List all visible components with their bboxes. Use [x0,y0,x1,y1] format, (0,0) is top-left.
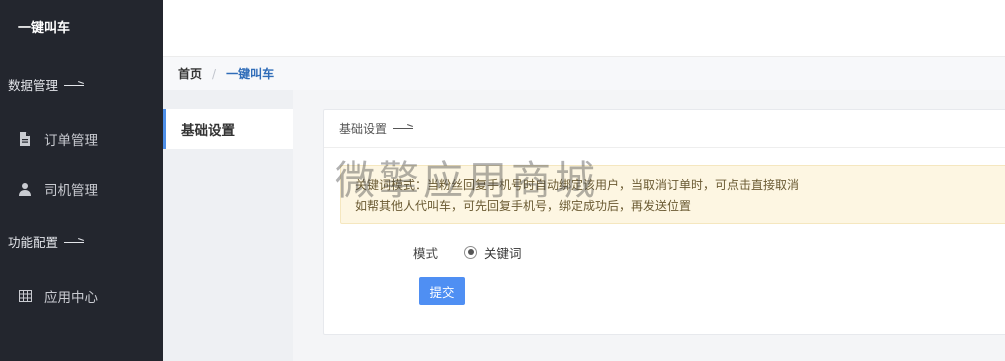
mode-radio-keyword[interactable]: 关键词 [464,243,522,262]
notice-line: 关键词模式：当粉丝回复手机号时自动绑定该用户，当取消订单时，可点击直接取消 [355,178,800,192]
grid-icon [18,289,32,303]
sidebar-item-label: 订单管理 [44,133,98,149]
sidebar-item-drivers[interactable]: 司机管理 [18,179,98,199]
app-brand[interactable]: 一键叫车 [18,17,70,36]
main-content: 基础设置 关键词模式：当粉丝回复手机号时自动绑定该用户，当取消订单时，可点击直接… [293,90,1005,361]
sidebar-item-orders[interactable]: 订单管理 [18,129,98,149]
breadcrumb-home-link[interactable]: 首页 [178,65,202,82]
sidebar-item-app-center[interactable]: 应用中心 [18,286,98,306]
radio-checked-icon[interactable] [464,245,477,259]
radio-label[interactable]: 关键词 [484,243,522,262]
panel-header: 基础设置 [324,110,1005,148]
mode-form-row: 模式 关键词 [324,241,1005,263]
breadcrumb: 首页 / 一键叫车 [163,57,1005,90]
user-icon [18,182,32,196]
sidebar-group-label: 功能配置 [8,235,59,250]
breadcrumb-current[interactable]: 一键叫车 [226,65,274,82]
sidebar-item-label: 司机管理 [44,183,98,199]
submenu-item-basic-settings[interactable]: 基础设置 [163,109,293,149]
sidebar-item-label: 应用中心 [44,290,98,306]
settings-panel: 基础设置 关键词模式：当粉丝回复手机号时自动绑定该用户，当取消订单时，可点击直接… [323,109,1005,335]
info-notice: 关键词模式：当粉丝回复手机号时自动绑定该用户，当取消订单时，可点击直接取消 如帮… [340,165,1005,224]
collapse-toggle-icon[interactable] [393,128,414,129]
mode-label: 模式 [412,245,438,261]
submit-button[interactable]: 提交 [419,277,465,305]
sidebar-group-label: 数据管理 [8,78,59,93]
breadcrumb-separator: / [212,66,217,81]
collapse-toggle-icon [64,85,85,86]
sub-menu: 基础设置 [163,90,293,361]
sidebar: 一键叫车 数据管理 订单管理 司机管理 功能配置 应用中心 [0,0,163,361]
sidebar-group-data-management[interactable]: 数据管理 [8,75,85,94]
notice-line: 如帮其他人代叫车，可先回复手机号，绑定成功后，再发送位置 [355,199,692,213]
file-icon [18,132,32,146]
top-header [163,0,1005,57]
collapse-toggle-icon [64,242,85,243]
sidebar-group-function-config[interactable]: 功能配置 [8,232,85,251]
panel-title: 基础设置 [339,122,388,136]
